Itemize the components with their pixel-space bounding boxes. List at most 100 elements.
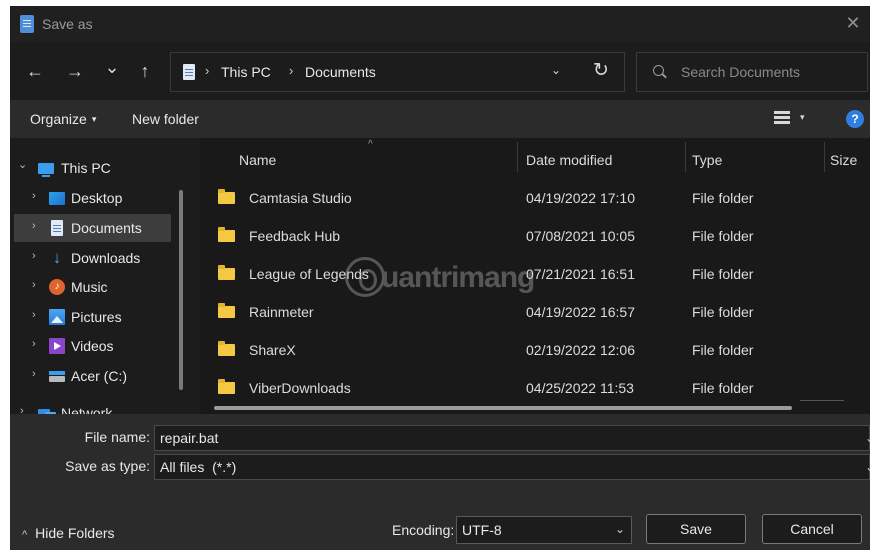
column-divider[interactable] — [685, 142, 686, 172]
folder-icon — [218, 341, 235, 356]
chevron-right-icon[interactable]: › — [32, 220, 36, 232]
hide-folders-label: Hide Folders — [35, 525, 115, 541]
search-input[interactable] — [681, 61, 861, 83]
breadcrumb-this-pc[interactable]: This PC — [221, 64, 271, 80]
forward-arrow-icon[interactable]: → — [64, 60, 86, 82]
address-dropdown-icon[interactable]: ⌄ — [551, 63, 561, 77]
search-box[interactable] — [636, 52, 868, 92]
chevron-right-icon[interactable]: › — [32, 309, 36, 321]
column-divider[interactable] — [824, 142, 825, 172]
help-icon[interactable]: ? — [846, 110, 864, 128]
sidebar-item-documents[interactable]: › Documents — [14, 214, 171, 242]
file-date: 04/25/2022 11:53 — [526, 380, 634, 396]
music-icon: ♪ — [49, 279, 65, 295]
save-as-type-value: All files (*.*) — [160, 459, 237, 475]
sidebar-item-label: Pictures — [71, 309, 122, 325]
file-name: Rainmeter — [249, 304, 314, 320]
sidebar-scrollbar[interactable] — [179, 190, 183, 390]
new-folder-button[interactable]: New folder — [132, 111, 199, 127]
cancel-button[interactable]: Cancel — [762, 514, 862, 544]
address-bar[interactable]: › This PC › Documents ⌄ ↻ — [170, 52, 625, 92]
file-name: Camtasia Studio — [249, 190, 352, 206]
organize-button[interactable]: Organize ▾ — [30, 111, 96, 127]
file-type: File folder — [692, 380, 754, 396]
close-button[interactable]: ✕ — [840, 10, 866, 36]
sidebar-item-desktop[interactable]: › Desktop — [10, 184, 193, 212]
sidebar-item-label: Acer (C:) — [71, 368, 127, 384]
sidebar-item-network[interactable]: › Network — [10, 399, 193, 414]
column-header-type[interactable]: Type — [692, 152, 722, 168]
sidebar-item-music[interactable]: › ♪ Music — [10, 273, 193, 301]
command-toolbar: Organize ▾ New folder ▾ ? — [10, 100, 870, 138]
up-arrow-icon[interactable]: ↑ — [134, 60, 156, 82]
file-type: File folder — [692, 304, 754, 320]
table-row[interactable]: Camtasia Studio 04/19/2022 17:10 File fo… — [200, 180, 870, 216]
sidebar-item-videos[interactable]: › Videos — [10, 332, 193, 360]
monitor-icon — [38, 163, 54, 177]
column-header-date-modified[interactable]: Date modified — [526, 152, 612, 168]
file-name: ShareX — [249, 342, 296, 358]
chevron-right-icon[interactable]: › — [32, 250, 36, 262]
file-name: ViberDownloads — [249, 380, 351, 396]
sidebar-item-downloads[interactable]: › ↓ Downloads — [10, 244, 193, 272]
chevron-down-icon[interactable]: ⌄ — [865, 460, 870, 474]
folder-icon — [218, 379, 235, 394]
scrollbar-track — [800, 400, 844, 401]
sidebar-item-label: This PC — [61, 160, 111, 176]
chevron-down-icon[interactable]: ⌄ — [18, 158, 27, 171]
sidebar-item-label: Downloads — [71, 250, 141, 266]
drive-icon — [49, 371, 65, 382]
navigation-bar: ← → ⌄ ↑ › This PC › Documents ⌄ ↻ — [10, 42, 870, 100]
save-as-type-select[interactable]: All files (*.*) ⌄ — [154, 454, 870, 480]
folder-icon — [218, 265, 235, 280]
breadcrumb-documents[interactable]: Documents — [305, 64, 376, 80]
chevron-right-icon[interactable]: › — [32, 190, 36, 202]
table-row[interactable]: ViberDownloads 04/25/2022 11:53 File fol… — [200, 370, 870, 406]
sidebar-item-label: Network — [61, 405, 113, 414]
view-options-icon[interactable] — [774, 111, 790, 127]
file-type: File folder — [692, 228, 754, 244]
table-row[interactable]: Rainmeter 04/19/2022 16:57 File folder — [200, 294, 870, 330]
hide-folders-button[interactable]: ^ Hide Folders — [22, 525, 115, 541]
back-arrow-icon[interactable]: ← — [24, 60, 46, 82]
table-row[interactable]: ShareX 02/19/2022 12:06 File folder — [200, 332, 870, 368]
file-name-field[interactable]: repair.bat ⌄ — [154, 425, 870, 451]
chevron-down-icon[interactable]: ⌄ — [865, 431, 870, 445]
breadcrumb-separator-icon: › — [205, 63, 210, 78]
file-date: 04/19/2022 17:10 — [526, 190, 635, 206]
save-as-type-label: Save as type: — [65, 458, 150, 474]
refresh-icon[interactable]: ↻ — [593, 59, 609, 82]
chevron-right-icon[interactable]: › — [32, 279, 36, 291]
folder-icon — [218, 303, 235, 318]
horizontal-scrollbar[interactable] — [214, 406, 792, 410]
file-name: League of Legends — [249, 266, 369, 282]
chevron-right-icon[interactable]: › — [32, 338, 36, 350]
column-divider[interactable] — [517, 142, 518, 172]
sidebar-item-acer-c[interactable]: › Acer (C:) — [10, 362, 193, 390]
file-name: Feedback Hub — [249, 228, 341, 244]
file-name-label: File name: — [84, 429, 150, 445]
encoding-value: UTF-8 — [462, 522, 502, 538]
breadcrumb-separator-icon: › — [289, 63, 294, 78]
save-options-panel: File name: repair.bat ⌄ Save as type: Al… — [10, 414, 870, 550]
sort-ascending-icon: ^ — [368, 139, 373, 150]
file-date: 07/21/2021 16:51 — [526, 266, 635, 282]
table-row[interactable]: League of Legends 07/21/2021 16:51 File … — [200, 256, 870, 292]
encoding-select[interactable]: UTF-8 ⌄ — [456, 516, 632, 544]
chevron-down-icon[interactable]: ⌄ — [615, 522, 625, 536]
view-caret-icon[interactable]: ▾ — [800, 112, 805, 123]
chevron-right-icon[interactable]: › — [20, 405, 24, 414]
column-header-size[interactable]: Size — [830, 152, 857, 168]
save-as-dialog: Save as ✕ ← → ⌄ ↑ › This PC › Documents … — [10, 6, 870, 550]
chevron-right-icon[interactable]: › — [32, 368, 36, 380]
folder-icon — [218, 227, 235, 242]
table-row[interactable]: Feedback Hub 07/08/2021 10:05 File folde… — [200, 218, 870, 254]
recent-locations-chevron-icon[interactable]: ⌄ — [101, 56, 123, 78]
sidebar-item-pictures[interactable]: › Pictures — [10, 303, 193, 331]
sidebar-item-this-pc[interactable]: ⌄ This PC — [10, 154, 193, 182]
column-header-name[interactable]: Name — [239, 152, 276, 168]
file-list: ^ Name Date modified Type Size Camtasia … — [200, 138, 870, 414]
organize-label: Organize — [30, 111, 87, 127]
file-date: 04/19/2022 16:57 — [526, 304, 635, 320]
save-button[interactable]: Save — [646, 514, 746, 544]
